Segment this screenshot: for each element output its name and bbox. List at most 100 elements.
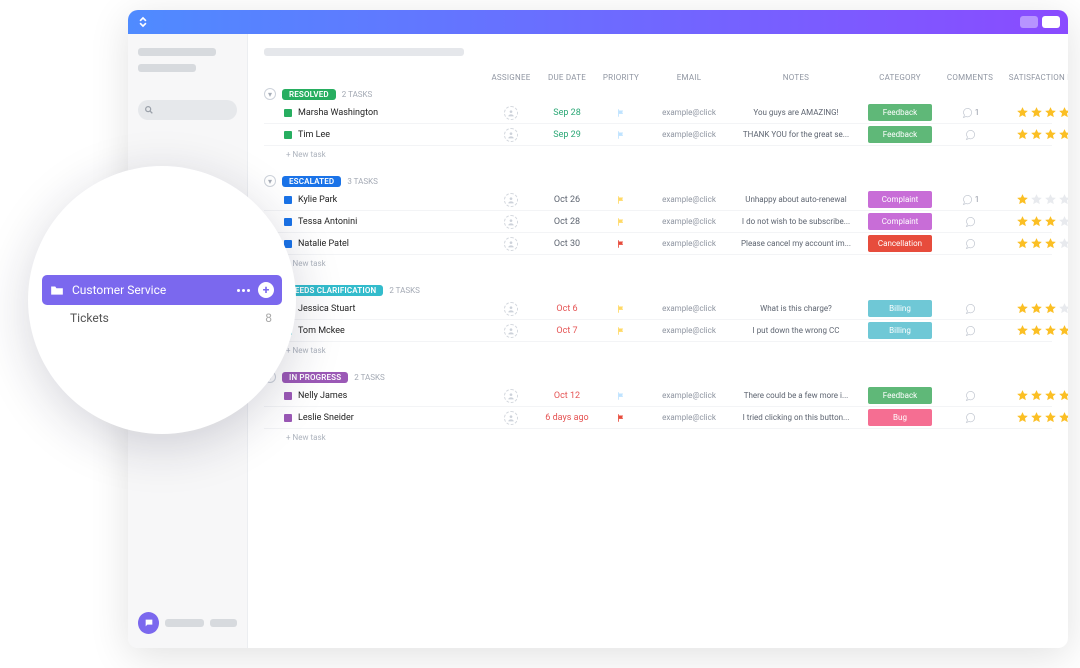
task-row[interactable]: Marsha Washington Sep 28 example@click Y… bbox=[264, 102, 1052, 124]
category-badge[interactable]: Feedback bbox=[868, 387, 932, 404]
task-status-square[interactable] bbox=[284, 392, 292, 400]
category-badge[interactable]: Billing bbox=[868, 322, 932, 339]
satisfaction-stars[interactable] bbox=[1000, 324, 1068, 337]
due-date[interactable]: Oct 26 bbox=[538, 195, 596, 205]
window-minimize[interactable] bbox=[1020, 16, 1038, 28]
priority-flag[interactable] bbox=[596, 195, 646, 205]
col-category[interactable]: CATEGORY bbox=[860, 73, 940, 82]
comments-cell[interactable] bbox=[940, 238, 1000, 250]
new-task-button[interactable]: + New task bbox=[264, 255, 1052, 270]
comments-cell[interactable] bbox=[940, 325, 1000, 337]
assignee-picker[interactable] bbox=[504, 106, 518, 120]
task-row[interactable]: Jessica Stuart Oct 6 example@click What … bbox=[264, 298, 1052, 320]
window-controls bbox=[1020, 16, 1060, 28]
comments-cell[interactable] bbox=[940, 216, 1000, 228]
priority-flag[interactable] bbox=[596, 326, 646, 336]
due-date[interactable]: Oct 30 bbox=[538, 239, 596, 249]
due-date[interactable]: 6 days ago bbox=[538, 413, 596, 423]
assignee-picker[interactable] bbox=[504, 389, 518, 403]
sidebar-search[interactable] bbox=[138, 100, 237, 120]
col-notes[interactable]: NOTES bbox=[732, 73, 860, 82]
sidebar-folder-customer-service[interactable]: Customer Service + bbox=[42, 275, 282, 305]
satisfaction-stars[interactable] bbox=[1000, 106, 1068, 119]
comments-cell[interactable]: 1 bbox=[940, 194, 1000, 206]
status-pill[interactable]: RESOLVED bbox=[282, 89, 336, 100]
satisfaction-stars[interactable] bbox=[1000, 411, 1068, 424]
satisfaction-stars[interactable] bbox=[1000, 215, 1068, 228]
task-row[interactable]: Tim Lee Sep 29 example@click THANK YOU f… bbox=[264, 124, 1052, 146]
status-pill[interactable]: NEEDS CLARIFICATION bbox=[282, 285, 383, 296]
new-task-button[interactable]: + New task bbox=[264, 429, 1052, 444]
category-badge[interactable]: Complaint bbox=[868, 213, 932, 230]
assignee-picker[interactable] bbox=[504, 302, 518, 316]
comments-cell[interactable] bbox=[940, 412, 1000, 424]
more-icon[interactable] bbox=[237, 289, 250, 292]
col-duedate[interactable]: DUE DATE bbox=[538, 73, 596, 82]
status-pill[interactable]: IN PROGRESS bbox=[282, 372, 348, 383]
sidebar-skeleton bbox=[165, 619, 204, 627]
priority-flag[interactable] bbox=[596, 304, 646, 314]
satisfaction-stars[interactable] bbox=[1000, 193, 1068, 206]
due-date[interactable]: Sep 28 bbox=[538, 108, 596, 118]
chat-button[interactable] bbox=[138, 612, 159, 634]
satisfaction-stars[interactable] bbox=[1000, 389, 1068, 402]
task-row[interactable]: Nelly James Oct 12 example@click There c… bbox=[264, 385, 1052, 407]
add-list-button[interactable]: + bbox=[258, 282, 274, 298]
col-email[interactable]: EMAIL bbox=[646, 73, 732, 82]
email-cell: example@click bbox=[646, 326, 732, 335]
window-maximize[interactable] bbox=[1042, 16, 1060, 28]
category-badge[interactable]: Feedback bbox=[868, 126, 932, 143]
new-task-button[interactable]: + New task bbox=[264, 342, 1052, 357]
priority-flag[interactable] bbox=[596, 239, 646, 249]
task-status-square[interactable] bbox=[284, 196, 292, 204]
satisfaction-stars[interactable] bbox=[1000, 302, 1068, 315]
satisfaction-stars[interactable] bbox=[1000, 237, 1068, 250]
priority-flag[interactable] bbox=[596, 391, 646, 401]
category-badge[interactable]: Cancellation bbox=[868, 235, 932, 252]
task-count: 2 TASKS bbox=[342, 90, 373, 99]
comments-cell[interactable] bbox=[940, 390, 1000, 402]
due-date[interactable]: Oct 6 bbox=[538, 304, 596, 314]
due-date[interactable]: Oct 7 bbox=[538, 326, 596, 336]
task-status-square[interactable] bbox=[284, 109, 292, 117]
priority-flag[interactable] bbox=[596, 413, 646, 423]
due-date[interactable]: Sep 29 bbox=[538, 130, 596, 140]
comments-cell[interactable] bbox=[940, 129, 1000, 141]
assignee-picker[interactable] bbox=[504, 411, 518, 425]
group-collapse-toggle[interactable]: ▾ bbox=[264, 88, 276, 100]
priority-flag[interactable] bbox=[596, 130, 646, 140]
status-pill[interactable]: ESCALATED bbox=[282, 176, 341, 187]
titlebar bbox=[128, 10, 1068, 34]
assignee-picker[interactable] bbox=[504, 237, 518, 251]
task-row[interactable]: Leslie Sneider 6 days ago example@click … bbox=[264, 407, 1052, 429]
assignee-picker[interactable] bbox=[504, 215, 518, 229]
category-badge[interactable]: Feedback bbox=[868, 104, 932, 121]
assignee-picker[interactable] bbox=[504, 193, 518, 207]
new-task-button[interactable]: + New task bbox=[264, 146, 1052, 161]
col-comments[interactable]: COMMENTS bbox=[940, 73, 1000, 82]
group-collapse-toggle[interactable]: ▾ bbox=[264, 175, 276, 187]
task-status-square[interactable] bbox=[284, 218, 292, 226]
due-date[interactable]: Oct 12 bbox=[538, 391, 596, 401]
assignee-picker[interactable] bbox=[504, 128, 518, 142]
sidebar-list-tickets[interactable]: Tickets 8 bbox=[42, 311, 282, 325]
priority-flag[interactable] bbox=[596, 217, 646, 227]
col-priority[interactable]: PRIORITY bbox=[596, 73, 646, 82]
category-badge[interactable]: Bug bbox=[868, 409, 932, 426]
col-satisfaction[interactable]: SATISFACTION LEVEL bbox=[1000, 73, 1068, 82]
task-row[interactable]: Kylie Park Oct 26 example@click Unhappy … bbox=[264, 189, 1052, 211]
task-status-square[interactable] bbox=[284, 131, 292, 139]
priority-flag[interactable] bbox=[596, 108, 646, 118]
category-badge[interactable]: Billing bbox=[868, 300, 932, 317]
task-row[interactable]: Tessa Antonini Oct 28 example@click I do… bbox=[264, 211, 1052, 233]
task-status-square[interactable] bbox=[284, 414, 292, 422]
col-assignee[interactable]: ASSIGNEE bbox=[484, 73, 538, 82]
task-row[interactable]: Natalie Patel Oct 30 example@click Pleas… bbox=[264, 233, 1052, 255]
comments-cell[interactable]: 1 bbox=[940, 107, 1000, 119]
category-badge[interactable]: Complaint bbox=[868, 191, 932, 208]
due-date[interactable]: Oct 28 bbox=[538, 217, 596, 227]
task-row[interactable]: Tom Mckee Oct 7 example@click I put down… bbox=[264, 320, 1052, 342]
satisfaction-stars[interactable] bbox=[1000, 128, 1068, 141]
comments-cell[interactable] bbox=[940, 303, 1000, 315]
assignee-picker[interactable] bbox=[504, 324, 518, 338]
